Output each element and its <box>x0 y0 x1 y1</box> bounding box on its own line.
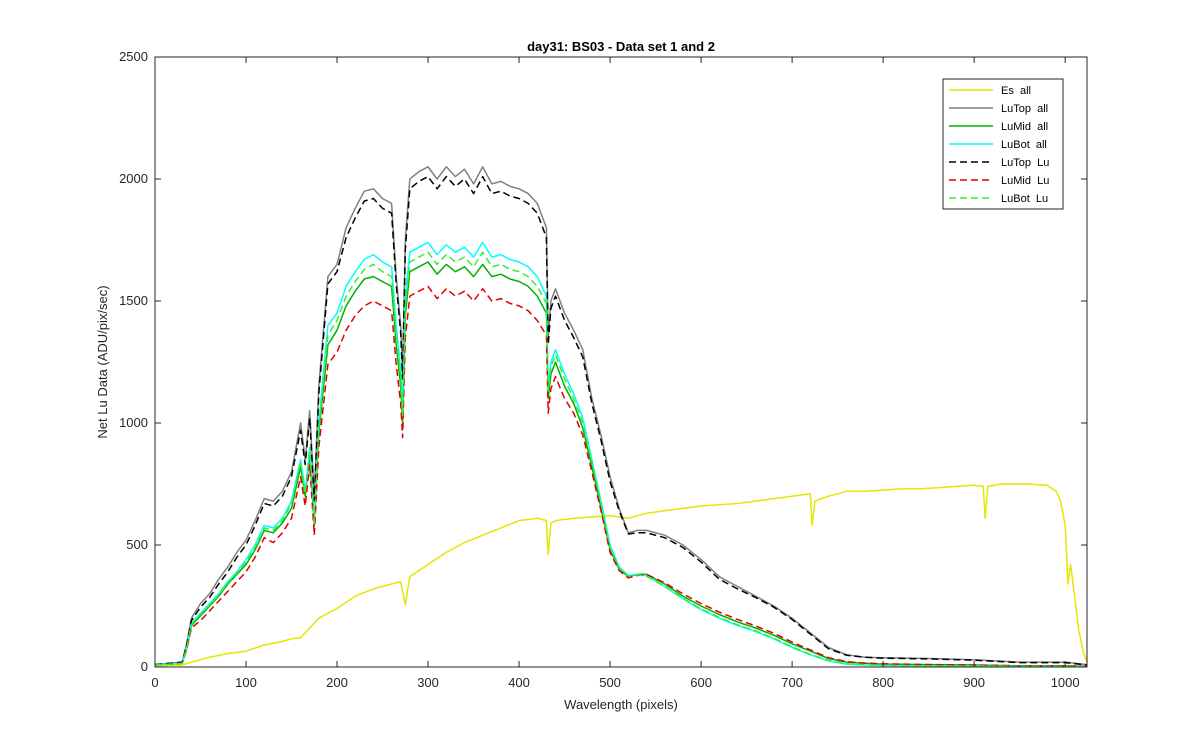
y-tick-label: 1000 <box>119 415 148 430</box>
y-tick-label: 2000 <box>119 171 148 186</box>
y-tick-label: 0 <box>141 659 148 674</box>
x-tick-label: 900 <box>963 675 985 690</box>
x-axis-label: Wavelength (pixels) <box>564 697 678 712</box>
legend-entry: LuMid all <box>1001 121 1048 133</box>
legend-entry: Es all <box>1001 85 1031 97</box>
legend-entry: LuTop Lu <box>1001 157 1049 169</box>
chart-title: day31: BS03 - Data set 1 and 2 <box>527 39 715 54</box>
legend-entry: LuBot Lu <box>1001 193 1048 205</box>
legend: Es all LuTop all LuMid all LuBot all LuTop L… <box>942 78 1064 210</box>
legend-entry: LuMid Lu <box>1001 175 1049 187</box>
line-chart: 0 100 200 300 400 500 600 700 800 900 1000 0 500 100… <box>0 0 1200 750</box>
y-tick-label: 500 <box>126 537 148 552</box>
x-tick-label: 700 <box>781 675 803 690</box>
y-tick-label: 2500 <box>119 49 148 64</box>
x-tick-label: 800 <box>872 675 894 690</box>
x-tick-label: 600 <box>690 675 712 690</box>
x-tick-label: 100 <box>235 675 257 690</box>
x-tick-label: 400 <box>508 675 530 690</box>
x-tick-label: 1000 <box>1051 675 1080 690</box>
y-axis-label: Net Lu Data (ADU/pix/sec) <box>95 285 110 438</box>
x-tick-label: 200 <box>326 675 348 690</box>
x-tick-label: 0 <box>151 675 158 690</box>
legend-entry: LuBot all <box>1001 139 1047 151</box>
x-tick-label: 300 <box>417 675 439 690</box>
legend-entry: LuTop all <box>1001 103 1048 115</box>
y-tick-label: 1500 <box>119 293 148 308</box>
x-tick-label: 500 <box>599 675 621 690</box>
